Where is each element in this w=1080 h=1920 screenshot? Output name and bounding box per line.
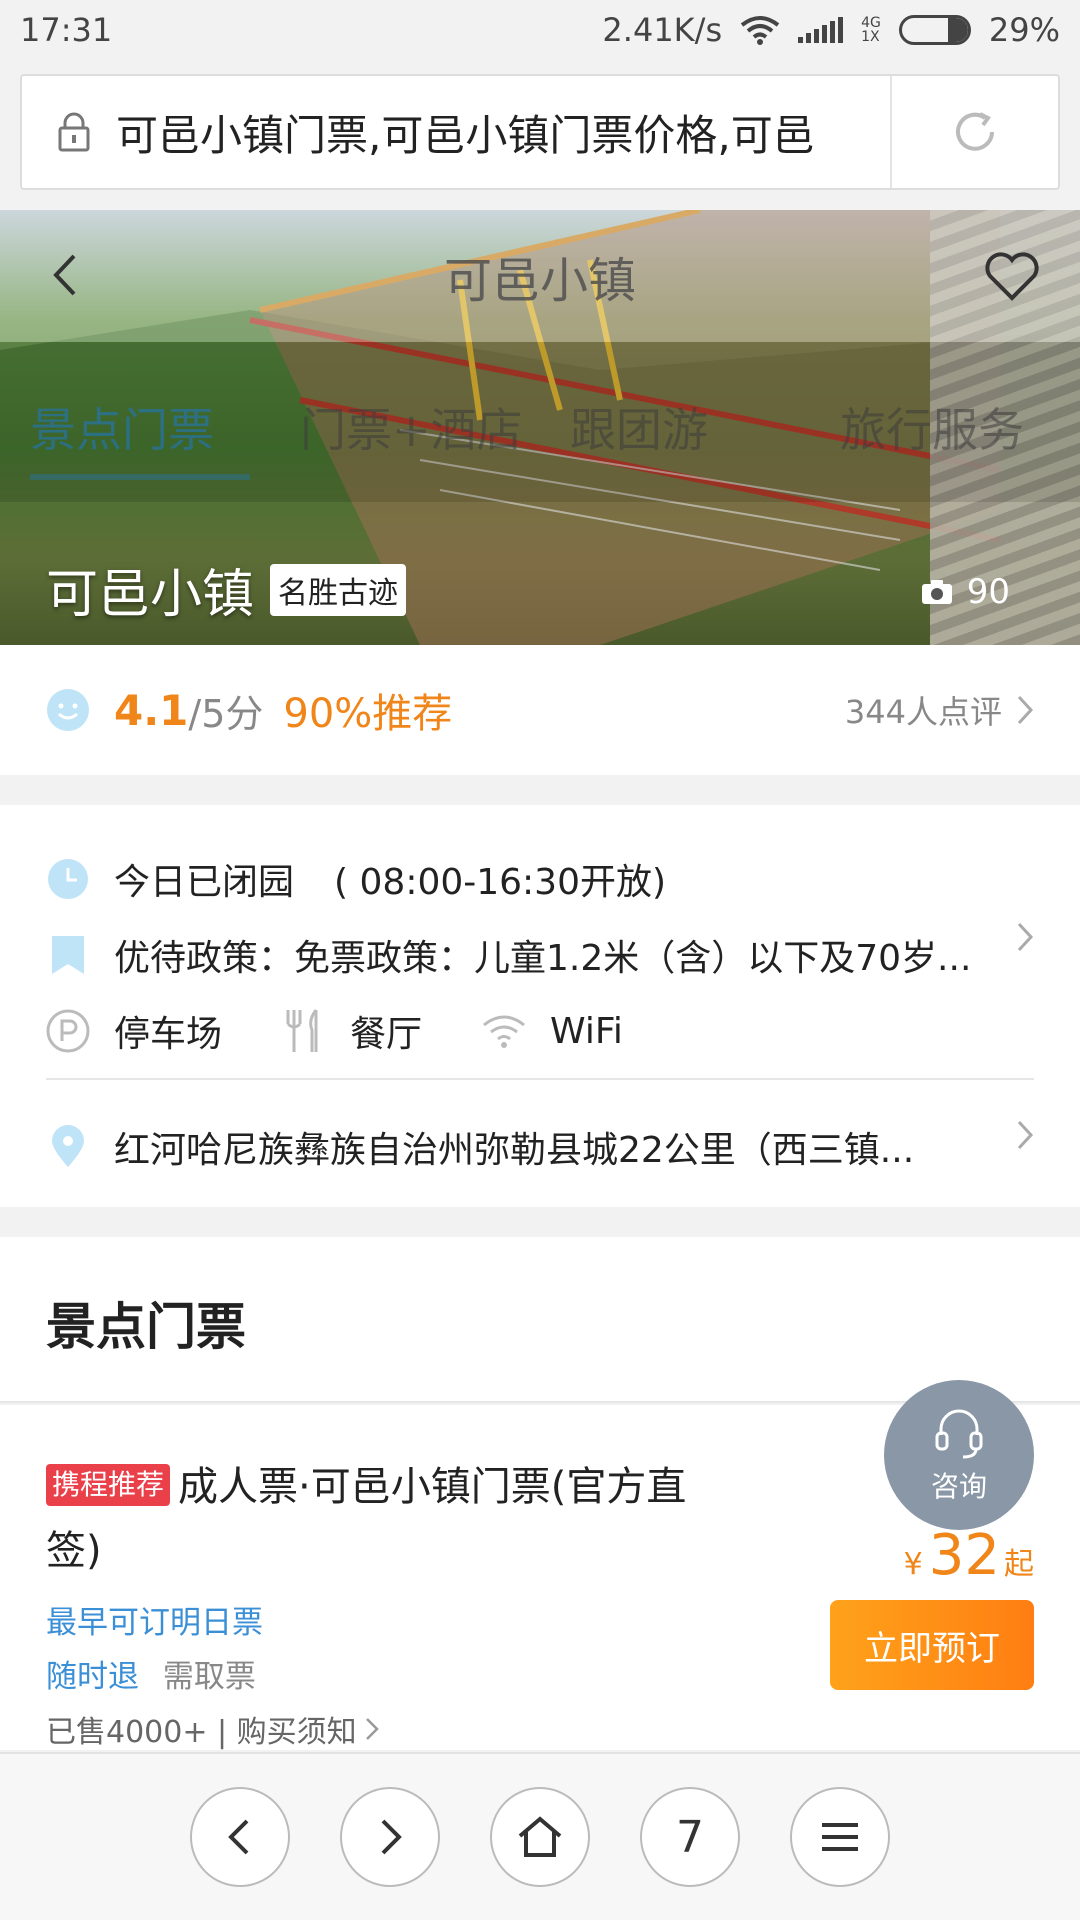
photo-count-button[interactable]: 90 — [921, 572, 1010, 612]
url-text[interactable]: 可邑小镇门票,可邑小镇门票价格,可邑 — [104, 102, 890, 163]
chevron-right-icon — [365, 1718, 379, 1740]
parking-icon — [46, 1009, 90, 1053]
consult-label: 咨询 — [930, 1470, 987, 1503]
wifi-icon — [483, 1015, 525, 1048]
sold-info: 已售4000+ | 购买须知 — [46, 1715, 357, 1750]
rating-scale: /5分 — [188, 691, 264, 736]
fork-knife-icon — [286, 1009, 318, 1052]
browser-tabs-button[interactable]: 7 — [640, 1787, 740, 1887]
status-time: 17:31 — [20, 11, 113, 49]
opening-hours-row: 今日已闭园 ( 08:00-16:30开放) — [46, 853, 666, 905]
policy-text: 优待政策：免票政策：儿童1.2米（含）以下及70岁... — [114, 938, 972, 979]
divider — [46, 1078, 1034, 1080]
browser-menu-button[interactable] — [790, 1787, 890, 1887]
back-button[interactable] — [48, 250, 82, 304]
policy-row[interactable]: 优待政策：免票政策：儿童1.2米（含）以下及70岁... — [46, 929, 986, 981]
category-tag: 名胜古迹 — [270, 563, 407, 616]
tickets-section-header: 景点门票 — [0, 1237, 1080, 1403]
price-suffix: 起 — [1004, 1547, 1034, 1582]
tab-count: 7 — [676, 1811, 704, 1863]
purchase-notes-link[interactable]: 已售4000+ | 购买须知 — [46, 1707, 379, 1751]
heart-icon — [985, 252, 1039, 301]
facility-wifi: WiFi — [482, 1011, 623, 1052]
address-row[interactable]: 红河哈尼族彝族自治州弥勒县城22公里（西三镇... — [46, 1121, 986, 1173]
pickup-required: 需取票 — [162, 1659, 256, 1695]
facility-parking: 停车场 — [46, 1005, 222, 1057]
page-title: 可邑小镇 — [443, 253, 636, 309]
tab-travel-service[interactable]: 旅行服务 — [840, 394, 1080, 460]
price-value: 32 — [928, 1523, 1000, 1588]
chevron-right-icon — [1017, 695, 1034, 725]
favorite-button[interactable] — [984, 250, 1040, 306]
review-count: 344人点评 — [844, 693, 1002, 731]
photo-count: 90 — [966, 572, 1010, 612]
battery-icon — [898, 15, 971, 45]
attraction-name-row: 可邑小镇 名胜古迹 — [46, 552, 407, 627]
wifi-icon — [740, 16, 780, 45]
rating-row[interactable]: 4.1 /5分 90%推荐 344人点评 — [0, 645, 1080, 775]
ticket-price: ¥ 32 起 — [904, 1523, 1034, 1588]
recommend-rate: 90%推荐 — [283, 691, 453, 737]
facilities-row: 停车场 餐厅 WiFi — [46, 1005, 683, 1057]
section-title: 景点门票 — [46, 1298, 246, 1356]
reload-button[interactable] — [890, 76, 1058, 188]
recommend-badge: 携程推荐 — [46, 1464, 171, 1506]
signal-icon — [798, 17, 844, 43]
lock-icon — [44, 112, 104, 152]
tab-group-tour[interactable]: 跟团游 — [570, 394, 810, 460]
address-text: 红河哈尼族彝族自治州弥勒县城22公里（西三镇... — [114, 1130, 915, 1171]
active-tab-indicator — [30, 474, 250, 480]
clock-icon — [46, 858, 90, 900]
browser-bottom-nav: 7 — [0, 1752, 1080, 1920]
browser-back-button[interactable] — [190, 1787, 290, 1887]
tab-tickets[interactable]: 景点门票 — [30, 394, 270, 460]
hours-status: 今日已闭园 — [114, 862, 295, 903]
location-pin-icon — [46, 1125, 90, 1169]
hours-text: ( 08:00-16:30开放) — [334, 862, 667, 903]
menu-icon — [822, 1823, 858, 1851]
network-type: 4G 1X — [861, 15, 881, 45]
tab-ticket-hotel[interactable]: 门票+酒店 — [300, 394, 540, 460]
back-icon — [228, 1819, 249, 1855]
network-speed: 2.41K/s — [602, 11, 723, 49]
info-section: 今日已闭园 ( 08:00-16:30开放) 优待政策：免票政策：儿童1.2米（… — [0, 805, 1080, 1207]
bookmark-icon — [46, 934, 90, 976]
facility-restaurant: 餐厅 — [282, 1005, 422, 1057]
smile-icon — [47, 689, 89, 731]
headset-icon — [935, 1409, 983, 1459]
ticket-title[interactable]: 携程推荐 成人票·可邑小镇门票(官方直签) — [46, 1455, 726, 1583]
currency-symbol: ¥ — [903, 1547, 923, 1582]
camera-icon — [921, 580, 952, 604]
chevron-right-icon[interactable] — [1016, 1119, 1034, 1151]
reviews-link[interactable]: 344人点评 — [845, 687, 1034, 733]
home-icon — [518, 1816, 562, 1857]
browser-home-button[interactable] — [490, 1787, 590, 1887]
reload-icon — [956, 112, 994, 151]
product-tabs: 景点门票 门票+酒店 跟团游 旅行服务 — [0, 342, 1080, 502]
earliest-booking: 最早可订明日票 — [46, 1605, 263, 1641]
browser-forward-button[interactable] — [340, 1787, 440, 1887]
consult-button[interactable]: 咨询 — [884, 1380, 1034, 1530]
address-bar[interactable]: 可邑小镇门票,可邑小镇门票价格,可邑 — [20, 74, 1060, 190]
status-bar: 17:31 2.41K/s 4G 1X 29% — [0, 0, 1080, 60]
ticket-features: 随时退 需取票 — [46, 1651, 256, 1696]
rating-score: 4.1 — [114, 685, 189, 735]
book-now-button[interactable]: 立即预订 — [830, 1600, 1034, 1690]
forward-icon — [381, 1819, 402, 1855]
battery-percent: 29% — [988, 11, 1060, 49]
back-arrow-icon — [53, 254, 76, 296]
refund-policy: 随时退 — [46, 1659, 139, 1695]
hero-topbar: 可邑小镇 — [0, 210, 1080, 342]
attraction-name: 可邑小镇 — [46, 565, 255, 625]
hero-banner: 可邑小镇 景点门票 门票+酒店 跟团游 旅行服务 可邑小镇 名胜古迹 90 — [0, 210, 1080, 645]
chevron-right-icon[interactable] — [1016, 921, 1034, 953]
